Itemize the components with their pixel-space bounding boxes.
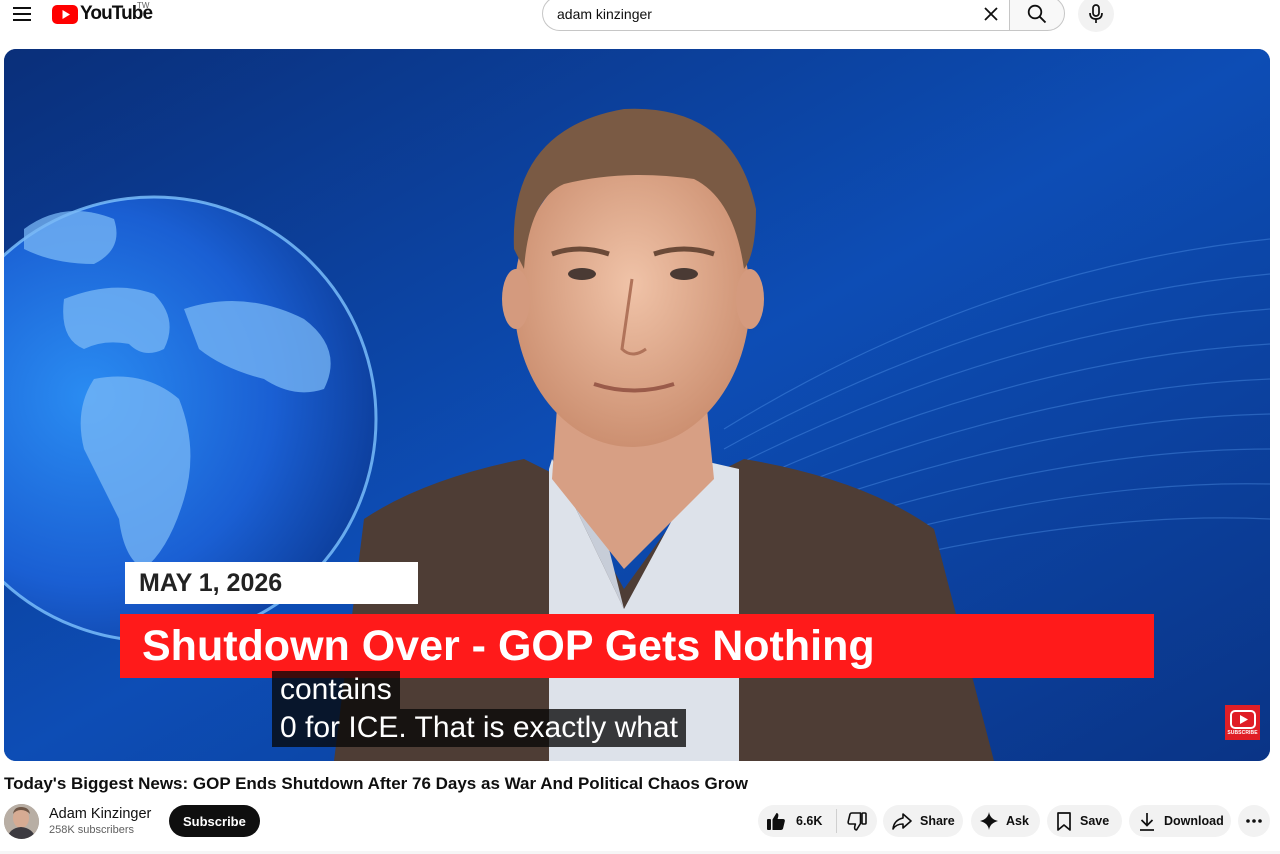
ask-label: Ask [1006,814,1029,828]
more-actions-button[interactable] [1238,805,1270,837]
search-icon [1027,4,1047,23]
overlay-headline: Shutdown Over - GOP Gets Nothing [142,621,875,670]
thumb-up-icon [767,812,785,830]
save-label: Save [1080,814,1110,828]
channel-info: Adam Kinzinger 258K subscribers [49,805,169,838]
more-icon [1246,819,1262,823]
video-player[interactable]: MAY 1, 2026 Shutdown Over - GOP Gets Not… [4,49,1270,761]
sparkle-icon [980,812,998,830]
video-title: Today's Biggest News: GOP Ends Shutdown … [4,774,748,793]
channel-owner: Adam Kinzinger 258K subscribers Subscrib… [4,803,260,839]
download-label: Download [1164,814,1224,828]
microphone-icon [1089,4,1103,23]
watermark-label: SUBSCRIBE [1227,729,1258,736]
like-button[interactable]: 6.6K [758,805,836,837]
masthead: YouTube TW [0,0,1280,32]
overlay-headline-bar: Shutdown Over - GOP Gets Nothing [120,614,1154,678]
overlay-date-box: MAY 1, 2026 [125,562,418,604]
download-icon [1140,812,1154,831]
save-button[interactable]: Save [1047,805,1122,837]
channel-avatar-image [4,803,39,839]
youtube-play-icon [52,4,78,24]
avatar[interactable] [4,803,39,839]
subscriber-count: 258K subscribers [49,823,134,836]
clear-search-button[interactable] [975,0,1007,30]
menu-icon [13,7,31,21]
download-button[interactable]: Download [1129,805,1231,837]
caption-line-1: contains [272,671,400,709]
bookmark-icon [1057,811,1071,831]
subscribe-watermark[interactable]: SUBSCRIBE [1225,705,1260,740]
search-button[interactable] [1009,0,1065,31]
like-count: 6.6K [796,814,823,828]
share-button[interactable]: Share [883,805,963,837]
close-icon [984,6,998,21]
share-label: Share [920,814,955,828]
share-icon [892,812,912,830]
guide-menu-button[interactable] [8,0,36,28]
overlay-date: MAY 1, 2026 [139,568,283,597]
search-input[interactable] [557,5,975,22]
dislike-button[interactable] [837,805,877,837]
search-bar [542,0,1065,31]
search-box [542,0,1009,31]
youtube-play-icon [1229,709,1256,729]
voice-search-button[interactable] [1078,0,1114,32]
subscribe-button[interactable]: Subscribe [169,805,260,837]
ask-button[interactable]: Ask [971,805,1040,837]
thumb-down-icon [847,811,867,831]
like-dislike-group: 6.6K [758,805,877,837]
caption-line-2: 0 for ICE. That is exactly what [272,709,686,747]
country-code: TW [137,1,150,10]
channel-name[interactable]: Adam Kinzinger [49,805,169,823]
